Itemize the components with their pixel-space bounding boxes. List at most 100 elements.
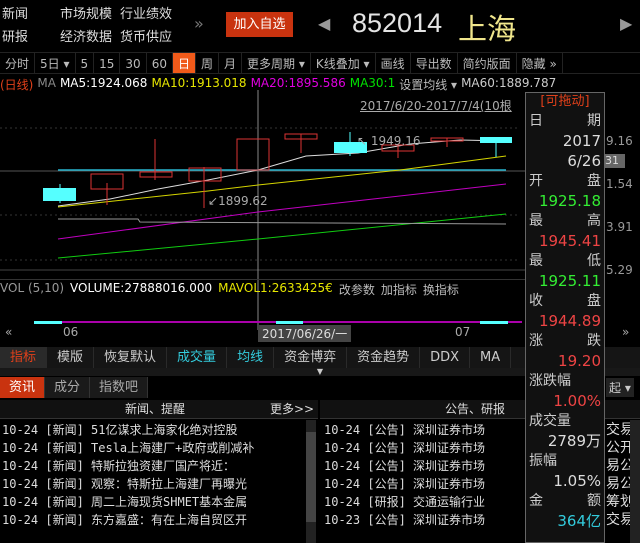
cursor-date: 2017/06/26/一 — [258, 325, 352, 342]
vol-label: VOL (5,10) — [0, 281, 65, 295]
notices-overflow: 交易 公开 易公 易公 筹划 交易 — [606, 421, 630, 529]
tb-5day[interactable]: 5日 ▾ — [35, 53, 76, 73]
collapse-arrow-icon[interactable]: ▼ — [317, 367, 323, 376]
news-item[interactable]: 10-24 [新闻] 51亿谋求上海家化绝对控股 — [2, 421, 305, 439]
ma5-line — [57, 139, 507, 207]
volume-value: VOLUME:27888016.000 — [70, 281, 213, 295]
tb-month[interactable]: 月 — [219, 53, 243, 73]
add-indicator-button[interactable]: 加指标 — [381, 281, 417, 298]
tab-reset[interactable]: 恢复默认 — [94, 347, 168, 368]
date-label: 日期 — [529, 113, 601, 129]
notices-list: 10-24 [公告] 深圳证券市场 10-24 [公告] 深圳证券市场 10-2… — [324, 421, 524, 529]
mavol-value: MAVOL1:2633425€ — [218, 281, 333, 295]
add-watchlist-button[interactable]: 加入自选 — [226, 12, 293, 37]
news-item[interactable]: 10-24 [新闻] 周二上海现货SHMET基本金属 — [2, 493, 305, 511]
tab-ma[interactable]: 均线 — [227, 347, 275, 368]
notice-item[interactable]: 10-24 [研报] 交通运输行业 — [324, 493, 524, 511]
news-more-link[interactable]: 更多>> — [270, 400, 314, 419]
low-label: 最低 — [529, 253, 601, 269]
news-item[interactable]: 10-24 [新闻] Tesla上海建厂+政府或削减补 — [2, 439, 305, 457]
news-item[interactable]: 10-24 [新闻] 东方嘉盛：有在上海自贸区开 — [2, 511, 305, 529]
notice-item[interactable]: 10-24 [公告] 深圳证券市场 — [324, 439, 524, 457]
tb-5min[interactable]: 5 — [76, 53, 95, 73]
candle — [43, 188, 76, 201]
tb-week[interactable]: 周 — [196, 53, 220, 73]
tab-capital-game[interactable]: 资金博弈 — [274, 347, 348, 368]
nav-news[interactable]: 新闻 — [2, 3, 60, 22]
open-label: 开盘 — [529, 173, 601, 189]
tb-draw[interactable]: 画线 — [376, 53, 411, 73]
more-nav-button[interactable]: » — [194, 14, 204, 33]
change-params-button[interactable]: 改参数 — [339, 281, 375, 298]
ma60-line — [58, 218, 507, 225]
quote-panel[interactable]: [可拖动] 日期 2017 6/26 开盘 1925.18 最高 1945.41… — [525, 92, 605, 543]
notice-item[interactable]: 10-24 [公告] 深圳证券市场 — [324, 475, 524, 493]
tab-components[interactable]: 成分 — [45, 377, 91, 398]
low-value: 1925.11 — [538, 272, 601, 290]
nav-industry[interactable]: 行业绩效 — [120, 3, 190, 22]
high-annotation: ↖ 1949.16 — [357, 134, 421, 148]
tb-more-periods[interactable]: 更多周期 ▾ — [242, 53, 311, 73]
next-stock-button[interactable]: ▶ — [620, 14, 632, 33]
tab-capital-trend[interactable]: 资金趋势 — [347, 347, 421, 368]
date-tick: 06 — [63, 325, 79, 339]
tb-30min[interactable]: 30 — [120, 53, 147, 73]
ma30-line — [57, 213, 507, 259]
date-tick: 07 — [455, 325, 471, 339]
tb-simple[interactable]: 简约版面 — [458, 53, 517, 73]
tab-template[interactable]: 模版 — [47, 347, 95, 368]
nav-market-scale[interactable]: 市场规模 — [60, 3, 120, 22]
nav-research[interactable]: 研报 — [2, 26, 60, 45]
draggable-label[interactable]: [可拖动] — [529, 93, 601, 111]
tab-volume[interactable]: 成交量 — [167, 347, 228, 368]
amplitude-value: 1.05% — [553, 472, 601, 490]
tab-indicator[interactable]: 指标 — [0, 347, 48, 368]
scroll-left-button[interactable]: « — [5, 325, 12, 339]
tab-macd[interactable]: MA — [470, 347, 512, 368]
vol-legend: VOL (5,10) VOLUME:27888016.000 MAVOL1:26… — [0, 279, 525, 298]
amount-value: 364亿 — [557, 512, 601, 530]
scroll-thumb[interactable] — [306, 432, 316, 522]
volume-value: 2789万 — [547, 432, 601, 450]
tb-intraday[interactable]: 分时 — [0, 53, 36, 73]
change-label: 涨跌 — [529, 333, 601, 349]
news-list: 10-24 [新闻] 51亿谋求上海家化绝对控股 10-24 [新闻] Tesl… — [2, 421, 305, 529]
scroll-right-button[interactable]: » — [622, 325, 629, 339]
candle — [480, 137, 512, 143]
tb-15min[interactable]: 15 — [94, 53, 121, 73]
news-item[interactable]: 10-24 [新闻] 特斯拉独资建厂国产将近： — [2, 457, 305, 475]
notice-item[interactable]: 10-23 [公告] 深圳证券市场 — [324, 511, 524, 529]
tb-day[interactable]: 日 — [172, 53, 196, 73]
notices-scrollbar[interactable] — [630, 420, 640, 543]
notice-tail: 交易 — [606, 512, 630, 528]
tab-index-forum[interactable]: 指数吧 — [90, 377, 149, 398]
tb-overlay[interactable]: K线叠加 ▾ — [311, 53, 376, 73]
notice-item[interactable]: 10-24 [公告] 深圳证券市场 — [324, 421, 524, 439]
nav-economy[interactable]: 经济数据 — [60, 26, 120, 45]
notice-tail: 筹划 — [606, 494, 630, 510]
volume-bars — [34, 321, 522, 324]
tab-info[interactable]: 资讯 — [0, 377, 46, 398]
volume-bar — [34, 321, 62, 324]
tb-export[interactable]: 导出数 — [411, 53, 458, 73]
axis-cursor-box: 31 — [605, 154, 625, 168]
tb-60min[interactable]: 60 — [147, 53, 173, 73]
ma20-line — [57, 183, 507, 240]
sort-dropdown[interactable]: 起 ▾ — [606, 378, 634, 397]
switch-indicator-button[interactable]: 换指标 — [423, 281, 459, 298]
volume-bar — [276, 321, 303, 324]
price-axis: 9.16 1.54 3.91 5.29 — [606, 120, 640, 292]
nav-money[interactable]: 货币供应 — [120, 26, 190, 45]
news-item[interactable]: 10-24 [新闻] 观察：特斯拉上海建厂再曝光 — [2, 475, 305, 493]
notices-title: 公告、研报 — [445, 402, 506, 416]
news-scrollbar[interactable] — [306, 420, 316, 543]
notice-tail: 易公 — [606, 458, 630, 474]
ma10-line — [57, 155, 507, 208]
prev-stock-button[interactable]: ◀ — [318, 14, 330, 33]
period-toolbar: 分时 5日 ▾ 5 15 30 60 日 周 月 更多周期 ▾ K线叠加 ▾ 画… — [0, 52, 640, 74]
axis-tick: 5.29 — [606, 263, 633, 277]
tab-ddx[interactable]: DDX — [420, 347, 471, 368]
tb-hide[interactable]: 隐藏 » — [517, 53, 563, 73]
notice-item[interactable]: 10-24 [公告] 深圳证券市场 — [324, 457, 524, 475]
date-year: 2017 — [562, 132, 601, 150]
